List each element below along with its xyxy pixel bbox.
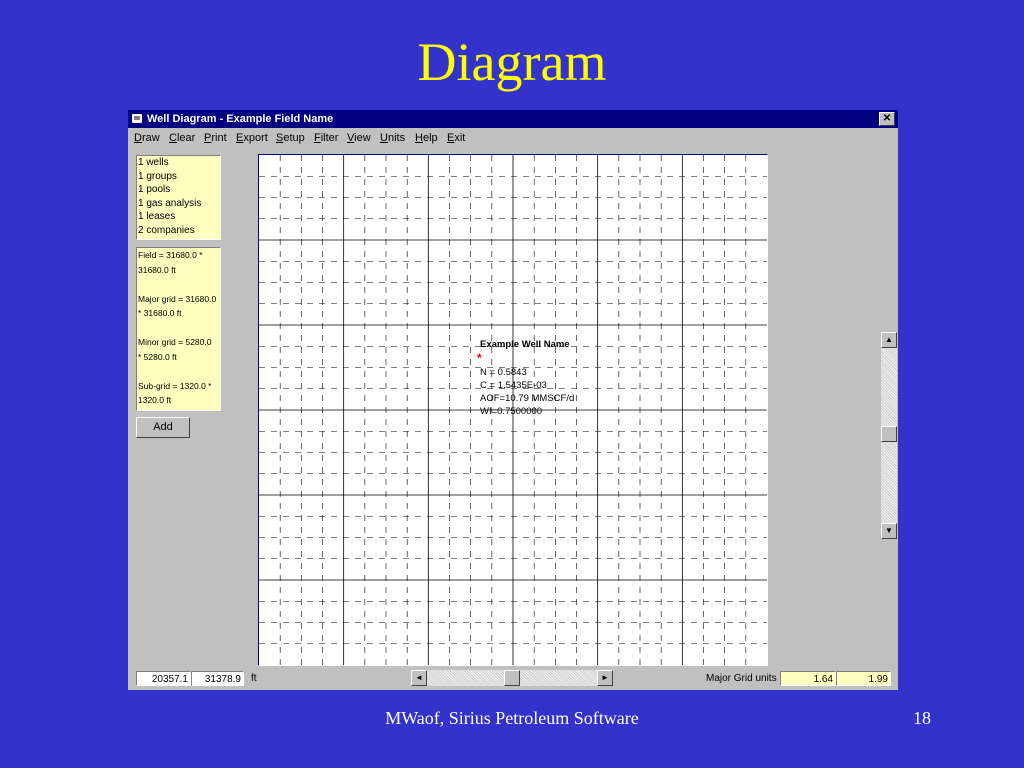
grid-info-line bbox=[137, 321, 220, 336]
major-grid-x-field[interactable]: 1.64 bbox=[780, 671, 836, 686]
grid-info-line: 31680.0 ft bbox=[138, 264, 176, 275]
grid-info-line: Major grid = 31680.0 bbox=[138, 293, 217, 304]
scroll-down-icon[interactable]: ▼ bbox=[881, 523, 897, 539]
well-wi-value: WI=0.7500000 bbox=[480, 406, 543, 417]
menu-print[interactable]: Print bbox=[204, 128, 227, 148]
grid-info-line bbox=[137, 364, 220, 379]
grid-info-line: * 31680.0 ft bbox=[138, 308, 182, 318]
grid-info-line: Minor grid = 5280.0 bbox=[138, 337, 212, 347]
vertical-scroll-thumb[interactable] bbox=[881, 426, 897, 442]
horizontal-scroll-thumb[interactable] bbox=[504, 670, 520, 686]
window-titlebar[interactable]: Well Diagram - Example Field Name ✕ bbox=[128, 110, 898, 128]
major-grid-units-label: Major Grid units bbox=[706, 673, 777, 684]
well-aof-value: AOF=10.79 MMSCF/d bbox=[480, 393, 575, 404]
scroll-left-icon[interactable]: ◄ bbox=[411, 670, 427, 686]
scroll-right-icon[interactable]: ► bbox=[597, 670, 613, 686]
menubar: Draw Clear Print Export Setup Filter Vie… bbox=[128, 128, 898, 148]
slide-footer: MWaof, Sirius Petroleum Software bbox=[385, 708, 639, 728]
add-button[interactable]: Add bbox=[136, 417, 190, 438]
well-c-value: C = 1.5435E-03 bbox=[480, 380, 547, 391]
leases-count: 1 leases bbox=[138, 211, 176, 222]
x-coordinate-field: 20357.1 bbox=[136, 671, 191, 686]
grid-info-line: Field = 31680.0 * bbox=[138, 250, 203, 260]
menu-view[interactable]: View bbox=[347, 128, 371, 148]
horizontal-scrollbar[interactable]: ◄ ► bbox=[411, 670, 613, 686]
menu-filter[interactable]: Filter bbox=[314, 128, 338, 148]
grid-info-line bbox=[137, 277, 220, 292]
pools-count: 1 pools bbox=[138, 184, 171, 195]
grid-info-line: Sub-grid = 1320.0 * bbox=[138, 380, 212, 391]
y-coordinate-field: 31378.9 bbox=[191, 671, 244, 686]
grid-info-line: * 5280.0 ft bbox=[138, 351, 177, 362]
menu-units[interactable]: Units bbox=[380, 128, 405, 148]
well-diagram-window: Well Diagram - Example Field Name ✕ Draw… bbox=[128, 110, 898, 690]
slide-title: Diagram bbox=[417, 32, 607, 92]
coordinate-unit: ft bbox=[251, 673, 257, 684]
close-button[interactable]: ✕ bbox=[879, 112, 895, 126]
wells-count: 1 wells bbox=[138, 157, 169, 168]
menu-export[interactable]: Export bbox=[236, 128, 268, 148]
vertical-scrollbar[interactable]: ▲ ▼ bbox=[881, 332, 897, 539]
grid-info-panel: Field = 31680.0 * 31680.0 ft Major grid … bbox=[136, 247, 221, 411]
menu-setup[interactable]: Setup bbox=[276, 128, 305, 148]
slide-page-number: 18 bbox=[913, 708, 931, 728]
window-title: Well Diagram - Example Field Name bbox=[147, 113, 334, 125]
menu-exit[interactable]: Exit bbox=[447, 128, 465, 148]
well-n-value: N = 0.5843 bbox=[480, 367, 527, 378]
app-icon bbox=[132, 114, 142, 123]
menu-draw[interactable]: Draw bbox=[134, 128, 160, 148]
diagram-canvas[interactable]: Example Well Name * N = 0.5843 C = 1.543… bbox=[258, 154, 768, 666]
menu-clear[interactable]: Clear bbox=[169, 128, 195, 148]
menu-help[interactable]: Help bbox=[415, 128, 438, 148]
major-grid-y-field[interactable]: 1.99 bbox=[836, 671, 891, 686]
well-marker-icon[interactable]: * bbox=[477, 352, 482, 364]
groups-count: 1 groups bbox=[138, 170, 177, 182]
gas-analysis-count: 1 gas analysis bbox=[138, 197, 202, 209]
companies-count: 2 companies bbox=[138, 224, 195, 236]
grid-info-line: 1320.0 ft bbox=[138, 395, 172, 405]
scroll-up-icon[interactable]: ▲ bbox=[881, 332, 897, 348]
record-counts-panel: 1 wells 1 groups 1 pools 1 gas analysis … bbox=[136, 155, 221, 240]
well-name-label: Example Well Name bbox=[480, 339, 570, 350]
